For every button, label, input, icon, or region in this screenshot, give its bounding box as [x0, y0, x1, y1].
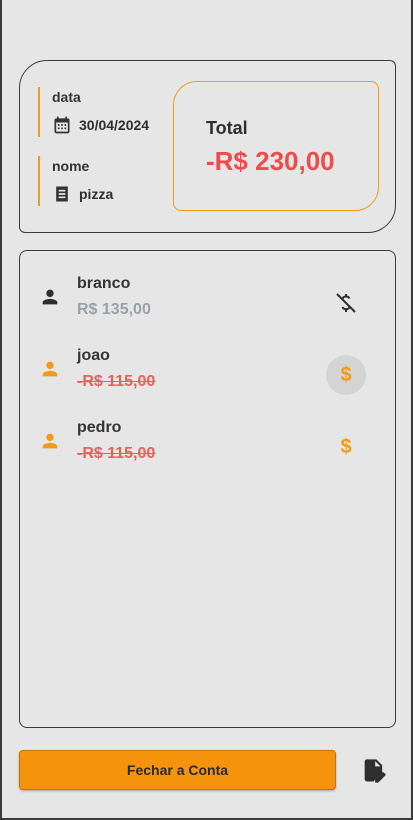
person-icon: [42, 289, 58, 305]
date-value: 30/04/2024: [79, 117, 150, 133]
dollar-icon: $: [340, 363, 352, 386]
participant-item[interactable]: branco R$ 135,00: [20, 261, 395, 321]
edit-document-icon[interactable]: [360, 757, 388, 785]
person-icon: [42, 361, 58, 377]
total-box: Total -R$ 230,00: [173, 81, 379, 211]
participant-item[interactable]: joao -R$ 115,00 $: [20, 333, 395, 395]
receipt-icon: [56, 186, 68, 202]
participant-amount: -R$ 115,00: [77, 373, 156, 390]
participants-list: branco R$ 135,00 joao -R$ 115,00 $ pedro…: [19, 250, 396, 728]
name-block: nome pizza: [38, 156, 113, 206]
participant-name: pedro: [77, 419, 122, 436]
bill-header-card: data 30/04/2024 nome pizza Total -R$ 230…: [19, 60, 396, 233]
money-off-icon: [336, 293, 356, 313]
date-block: data 30/04/2024: [38, 87, 149, 137]
name-value: pizza: [79, 186, 114, 202]
date-label: data: [52, 89, 81, 105]
participant-amount: -R$ 115,00: [77, 445, 156, 462]
person-icon: [42, 433, 58, 449]
name-label: nome: [52, 158, 90, 174]
total-label: Total: [206, 118, 248, 138]
participant-name: joao: [77, 347, 110, 364]
mark-paid-button[interactable]: $: [326, 427, 366, 467]
participant-item[interactable]: pedro -R$ 115,00 $: [20, 405, 395, 465]
dollar-icon: $: [340, 435, 352, 458]
mark-paid-button[interactable]: $: [326, 355, 366, 395]
participant-amount: R$ 135,00: [77, 301, 151, 318]
participant-name: branco: [77, 275, 131, 292]
calendar-icon: [54, 116, 70, 134]
mark-unpaid-button[interactable]: [326, 283, 366, 323]
close-bill-button[interactable]: Fechar a Conta: [19, 750, 336, 790]
total-value: -R$ 230,00: [206, 146, 335, 176]
